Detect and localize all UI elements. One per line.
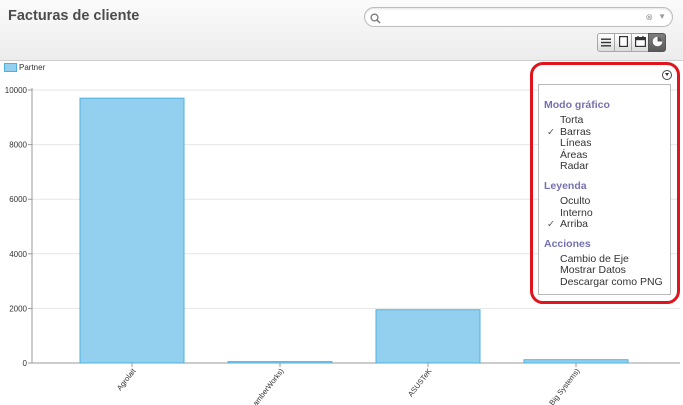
x-tick-label: ASUSTeK [406,367,434,399]
menu-item[interactable]: Arriba [560,218,588,230]
list-view-button[interactable] [597,33,615,52]
menu-section-title: Acciones [544,237,591,250]
bar [79,97,185,364]
y-tick-label: 2000 [9,304,27,313]
bar [227,361,333,364]
form-view-button[interactable] [614,33,632,52]
menu-item[interactable]: Radar [560,160,589,172]
menu-item[interactable]: Descargar como PNG [560,276,663,288]
graph-view-button[interactable] [648,33,666,52]
chart-menu-icon[interactable] [662,70,672,80]
menu-item[interactable]: Mostrar Datos [560,264,626,276]
menu-item[interactable]: Cambio de Eje [560,253,629,265]
search-dropdown-icon[interactable]: ▼ [658,12,666,22]
menu-item[interactable]: Interno [560,207,593,219]
check-icon: ✓ [547,219,555,231]
x-tick-label: Agrolait [115,366,138,392]
menu-item[interactable]: Líneas [560,137,592,149]
calendar-view-button[interactable] [631,33,649,52]
page-title: Facturas de cliente [8,8,140,24]
view-header: Facturas de cliente ⊗ ▼ [0,0,683,61]
list-view-icon [601,34,611,52]
bar [523,359,629,364]
calendar-view-icon [634,34,646,52]
search-input[interactable] [387,10,641,26]
x-tick-label: Big Systems) [547,366,582,405]
x-tick-label: amberWorks) [251,366,286,405]
search-box[interactable]: ⊗ ▼ [364,7,673,27]
menu-section-title: Modo gráfico [544,99,610,111]
chart-legend: Partner [4,63,45,72]
bar [375,309,481,364]
y-tick-label: 4000 [9,250,27,259]
graph-view-icon [652,34,663,52]
menu-item[interactable]: Oculto [560,195,590,207]
y-tick-label: 0 [23,359,28,368]
check-icon: ✓ [547,126,555,138]
clear-search-icon[interactable]: ⊗ [645,12,653,22]
legend-label: Partner [19,63,46,72]
search-icon [370,11,381,29]
view-switcher [597,33,666,54]
menu-item[interactable]: Áreas [560,149,587,161]
chart-options-menu: Modo gráfico Torta ✓ Barras Líneas Áreas Radar… [538,84,671,295]
y-tick-label: 8000 [9,141,27,150]
legend-swatch [4,63,17,72]
form-view-icon [618,34,628,52]
menu-section-title: Leyenda [544,180,587,192]
menu-item[interactable]: Torta [560,114,583,126]
y-tick-label: 6000 [9,195,27,204]
y-tick-label: 10000 [5,86,28,95]
menu-item[interactable]: Barras [560,126,591,138]
